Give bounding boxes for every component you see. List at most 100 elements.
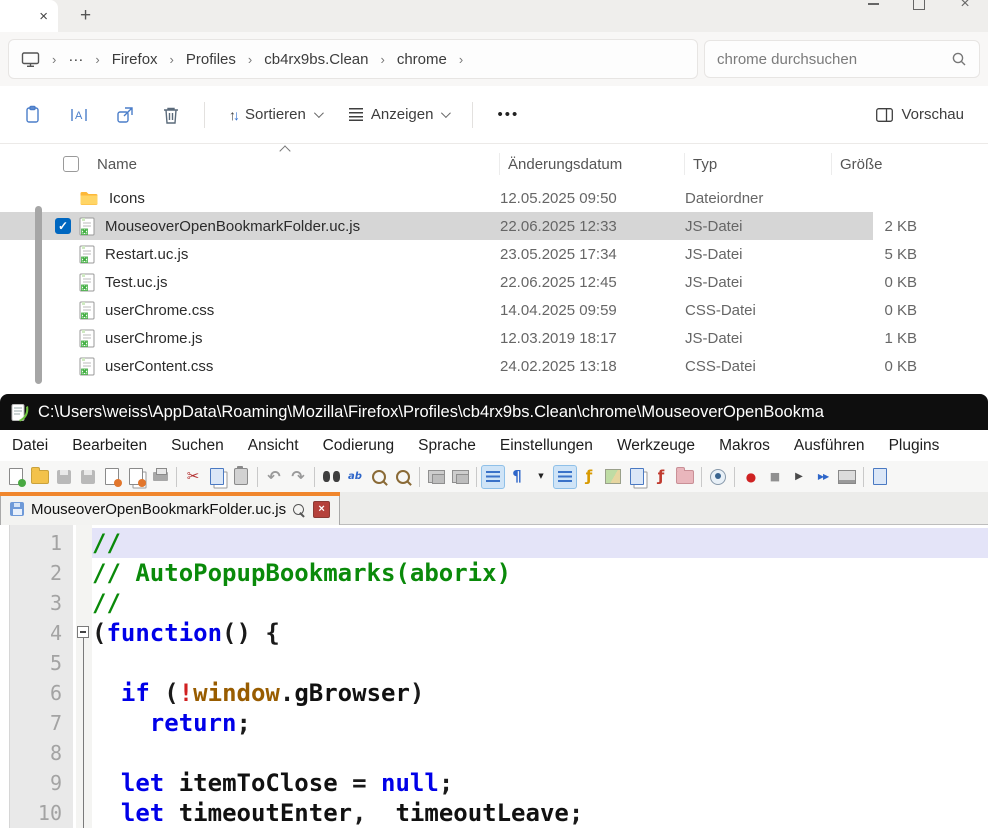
code-line[interactable]: let timeoutEnter, timeoutLeave; <box>92 798 988 828</box>
select-all-checkbox[interactable] <box>63 156 79 172</box>
save-all-button[interactable] <box>76 465 100 489</box>
row-checkbox[interactable]: ✓ <box>55 218 71 234</box>
minimize-button[interactable] <box>850 0 896 16</box>
undo-button[interactable]: ↶ <box>262 465 286 489</box>
script-file-icon <box>79 273 95 292</box>
column-header-name[interactable]: Name <box>55 153 500 175</box>
save-button[interactable] <box>52 465 76 489</box>
code-token: timeoutLeave <box>381 799 569 827</box>
more-options-button[interactable]: ••• <box>483 106 533 123</box>
menu-item-sprache[interactable]: Sprache <box>406 437 488 455</box>
file-row[interactable]: Restart.uc.js23.05.2025 17:34JS-Datei5 K… <box>0 240 988 268</box>
view-eye-button[interactable] <box>706 465 730 489</box>
address-bar[interactable]: ›···›Firefox›Profiles›cb4rx9bs.Clean›chr… <box>8 39 698 79</box>
menu-item-ansicht[interactable]: Ansicht <box>236 437 311 455</box>
code-line[interactable]: let itemToClose = null; <box>92 768 988 798</box>
share-button[interactable] <box>102 96 148 134</box>
fold-guide-line <box>83 638 84 828</box>
npp-tab-close-icon[interactable]: × <box>313 501 330 518</box>
column-header-type[interactable]: Typ <box>685 153 832 175</box>
document-list-button[interactable] <box>625 465 649 489</box>
tab-close-icon[interactable]: × <box>39 9 48 24</box>
code-line[interactable]: // AutoPopupBookmarks(aborix) <box>92 558 988 588</box>
replace-button[interactable]: ab <box>343 465 367 489</box>
rename-button[interactable]: A <box>56 96 102 134</box>
zoom-out-button[interactable] <box>391 465 415 489</box>
maximize-button[interactable] <box>896 0 942 16</box>
paste-button[interactable] <box>229 465 253 489</box>
search-box[interactable]: chrome durchsuchen <box>704 40 980 78</box>
folder-as-workspace-button[interactable] <box>673 465 697 489</box>
fold-collapse-icon[interactable] <box>77 626 89 638</box>
macro-play-button[interactable]: ▶ <box>787 465 811 489</box>
new-tab-button[interactable]: + <box>80 5 91 27</box>
breadcrumb-item[interactable]: chrome <box>397 51 447 68</box>
sync-vertical-button[interactable] <box>424 465 448 489</box>
menu-item-datei[interactable]: Datei <box>0 437 60 455</box>
word-wrap-button[interactable] <box>481 465 505 489</box>
edge-partial-button[interactable] <box>868 465 892 489</box>
npp-active-tab[interactable]: MouseoverOpenBookmarkFolder.uc.js × <box>0 492 340 525</box>
code-line[interactable] <box>92 738 988 768</box>
code-line[interactable]: (function() { <box>92 618 988 648</box>
close-button[interactable]: × <box>942 0 988 16</box>
macro-save-button[interactable] <box>835 465 859 489</box>
menu-item-makros[interactable]: Makros <box>707 437 782 455</box>
new-file-button[interactable] <box>4 465 28 489</box>
code-line[interactable]: // <box>92 528 988 558</box>
menu-item-bearbeiten[interactable]: Bearbeiten <box>60 437 159 455</box>
breadcrumb-overflow[interactable]: ··· <box>68 51 83 68</box>
code-editor[interactable]: 12345678910 //// AutoPopupBookmarks(abor… <box>0 525 988 828</box>
open-file-button[interactable] <box>28 465 52 489</box>
script-monitor-button[interactable]: ƒ <box>649 465 673 489</box>
breadcrumb-chevron-icon: › <box>459 52 463 67</box>
toolbar-dropdown-button[interactable]: ▼ <box>529 465 553 489</box>
menu-item-einstellungen[interactable]: Einstellungen <box>488 437 605 455</box>
show-all-characters-button[interactable]: ¶ <box>505 465 529 489</box>
column-header-size[interactable]: Größe <box>832 153 917 175</box>
file-row[interactable]: userChrome.css14.04.2025 09:59CSS-Datei0… <box>0 296 988 324</box>
this-pc-icon[interactable] <box>21 51 40 68</box>
macro-record-button[interactable]: ● <box>739 465 763 489</box>
code-line[interactable]: // <box>92 588 988 618</box>
menu-item-werkzeuge[interactable]: Werkzeuge <box>605 437 707 455</box>
code-line[interactable]: return; <box>92 708 988 738</box>
redo-button[interactable]: ↷ <box>286 465 310 489</box>
code-line[interactable]: if (!window.gBrowser) <box>92 678 988 708</box>
sync-horizontal-button[interactable] <box>448 465 472 489</box>
vertical-scrollbar[interactable] <box>35 206 42 384</box>
pin-tab-icon[interactable] <box>293 504 304 515</box>
zoom-in-button[interactable] <box>367 465 391 489</box>
view-dropdown[interactable]: Anzeigen <box>335 96 463 134</box>
file-row[interactable]: Test.uc.js22.06.2025 12:45JS-Datei0 KB <box>0 268 988 296</box>
cut-button[interactable]: ✂ <box>181 465 205 489</box>
code-line[interactable] <box>92 648 988 678</box>
menu-item-codierung[interactable]: Codierung <box>311 437 407 455</box>
preview-toggle[interactable]: Vorschau <box>862 106 978 123</box>
document-map-button[interactable] <box>601 465 625 489</box>
copy-button[interactable] <box>205 465 229 489</box>
file-row[interactable]: Icons12.05.2025 09:50Dateiordner <box>0 184 988 212</box>
file-row[interactable]: userContent.css24.02.2025 13:18CSS-Datei… <box>0 352 988 380</box>
sort-dropdown[interactable]: ↑↓ Sortieren <box>215 96 335 134</box>
function-list-button[interactable]: ƒ <box>577 465 601 489</box>
breadcrumb-item[interactable]: cb4rx9bs.Clean <box>264 51 368 68</box>
close-button[interactable] <box>100 465 124 489</box>
find-button[interactable] <box>319 465 343 489</box>
explorer-active-tab[interactable]: × <box>0 0 58 32</box>
column-header-date[interactable]: Änderungsdatum <box>500 153 685 175</box>
file-row[interactable]: userChrome.js12.03.2019 18:17JS-Datei1 K… <box>0 324 988 352</box>
breadcrumb-item[interactable]: Firefox <box>112 51 158 68</box>
print-button[interactable] <box>148 465 172 489</box>
indent-guide-button[interactable] <box>553 465 577 489</box>
menu-item-ausführen[interactable]: Ausführen <box>782 437 877 455</box>
breadcrumb-item[interactable]: Profiles <box>186 51 236 68</box>
close-all-button[interactable] <box>124 465 148 489</box>
menu-item-suchen[interactable]: Suchen <box>159 437 236 455</box>
file-row[interactable]: ✓MouseoverOpenBookmarkFolder.uc.js22.06.… <box>0 212 873 240</box>
macro-run-multiple-button[interactable]: ▶▶ <box>811 465 835 489</box>
paste-button[interactable] <box>10 96 56 134</box>
menu-item-plugins[interactable]: Plugins <box>877 437 952 455</box>
delete-button[interactable] <box>148 96 194 134</box>
macro-stop-button[interactable]: ■ <box>763 465 787 489</box>
